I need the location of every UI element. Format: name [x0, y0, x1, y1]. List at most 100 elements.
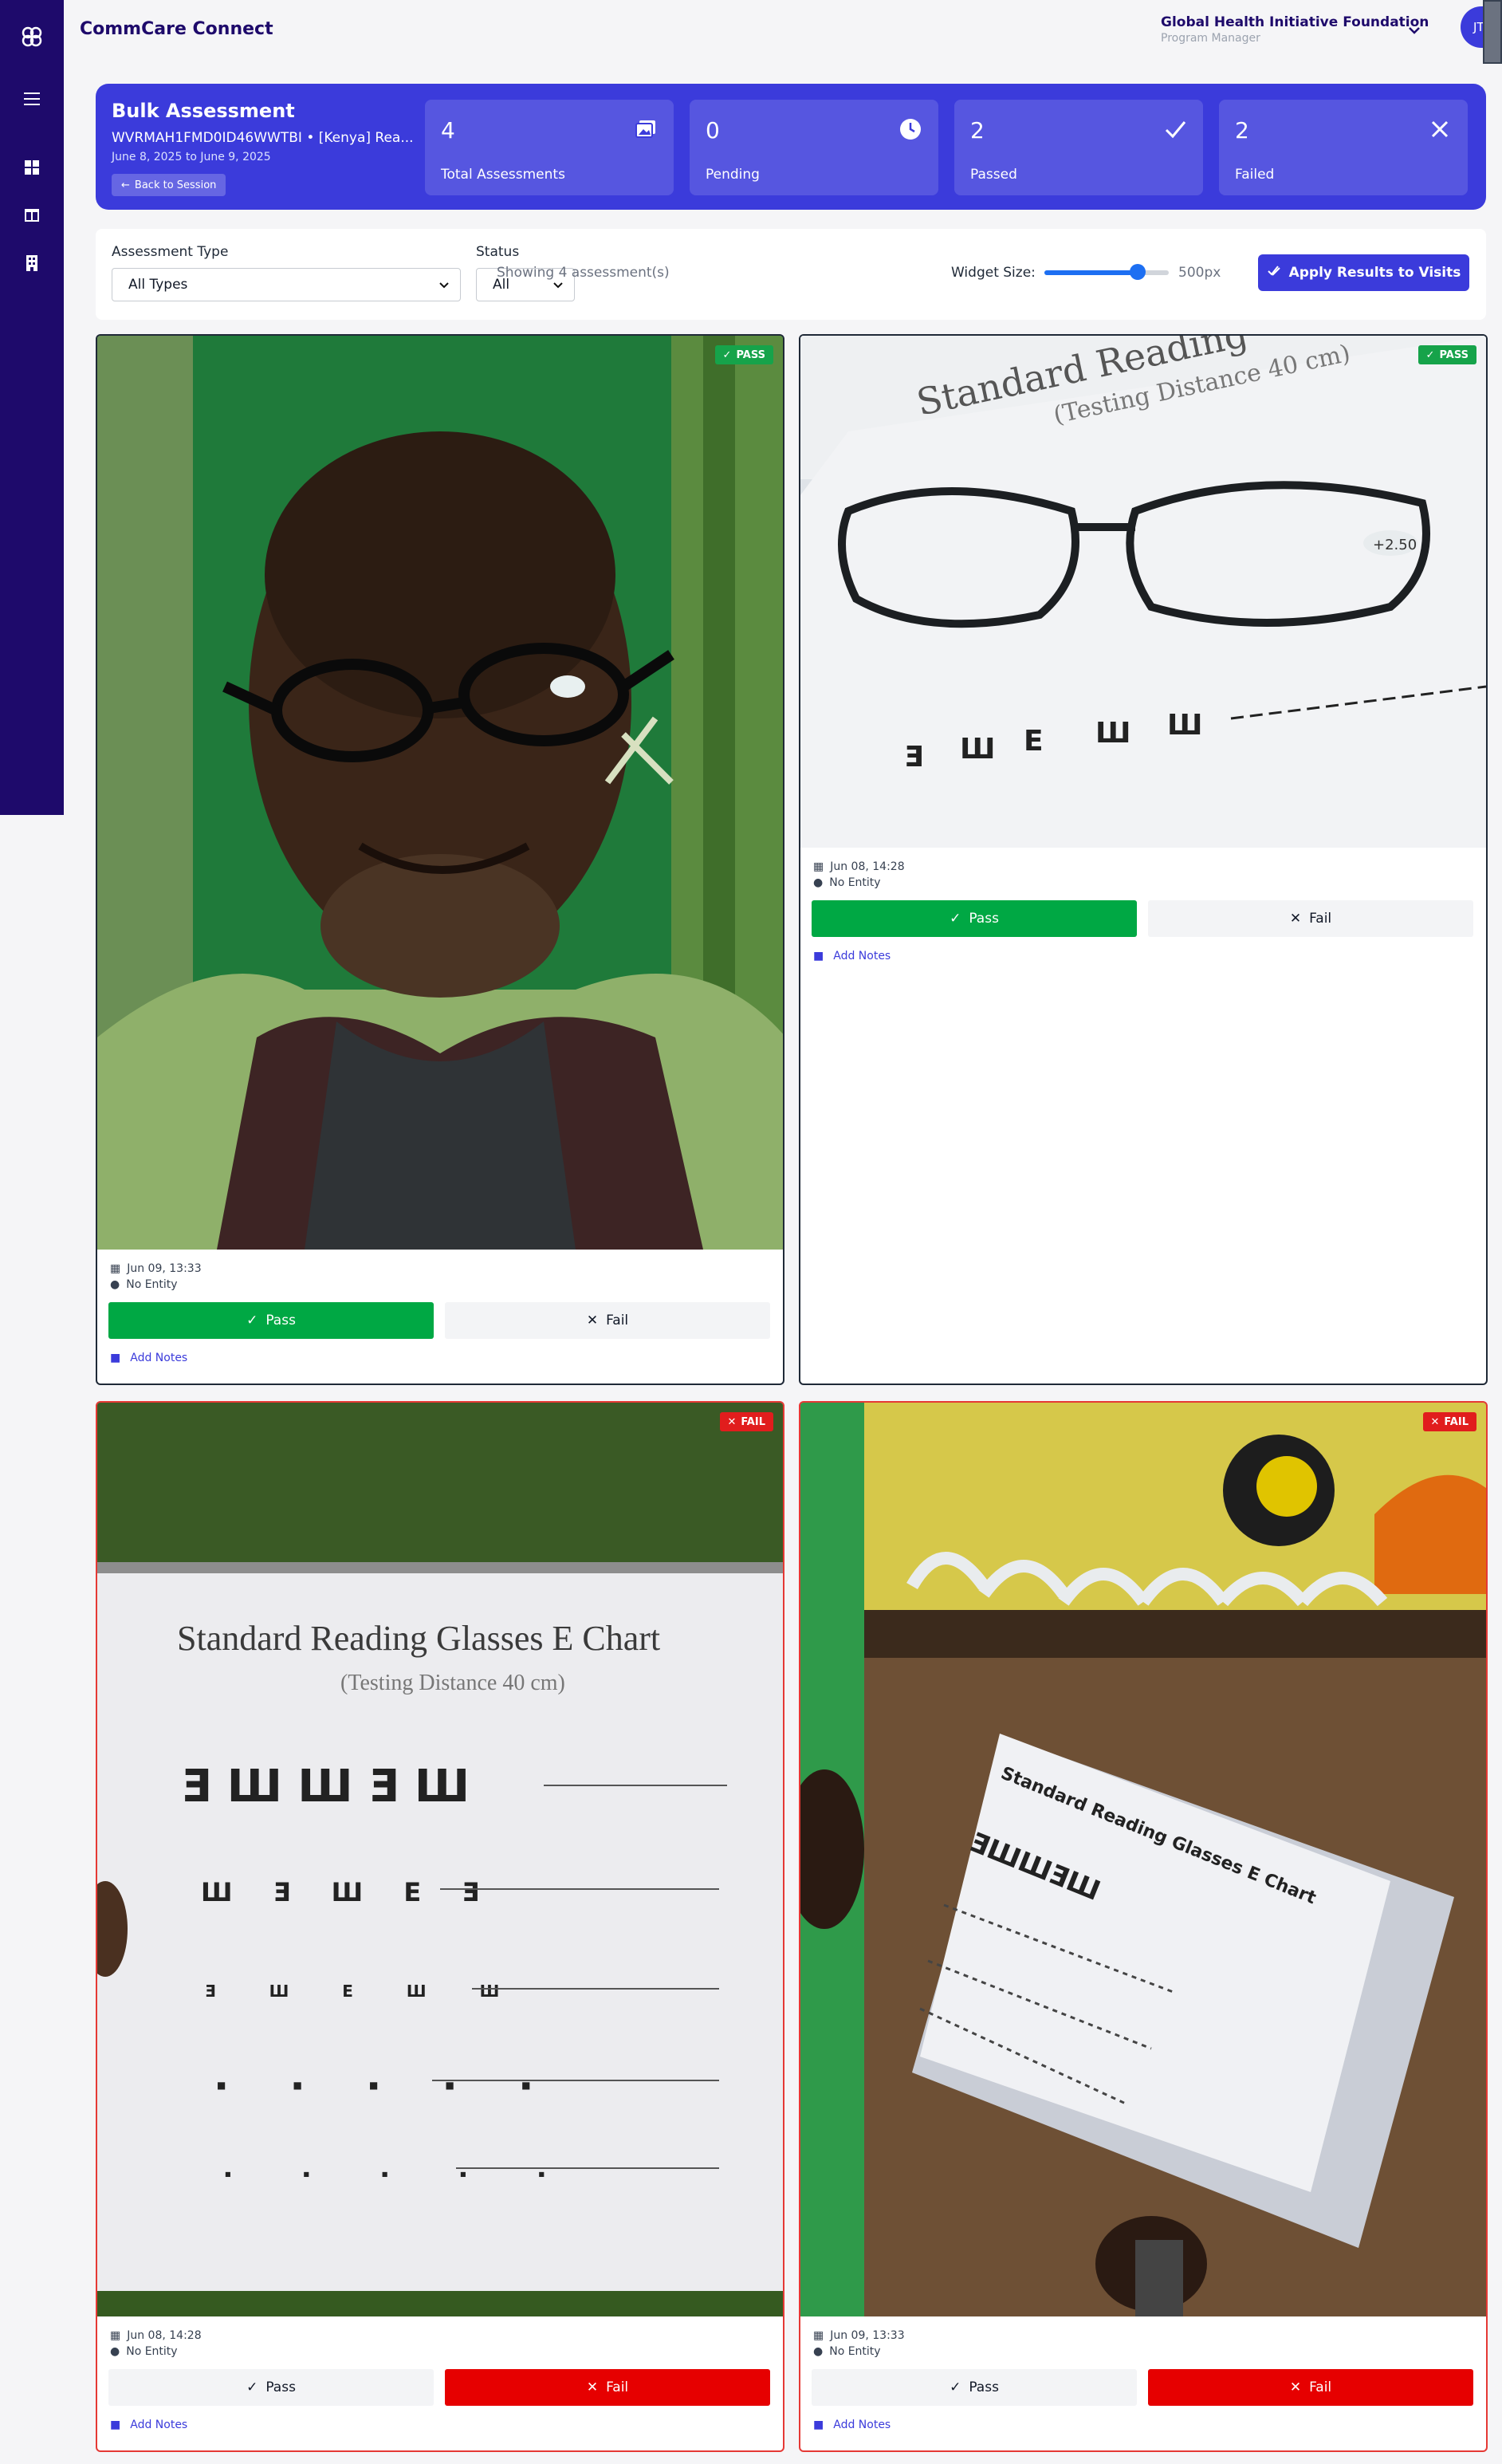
check-double-icon [1267, 264, 1281, 282]
app-logo-icon[interactable] [16, 21, 48, 53]
table-icon[interactable] [21, 204, 43, 226]
location-pin-icon: ● [110, 1278, 120, 1291]
svg-text:Standard Reading Glasses E Cha: Standard Reading Glasses E Chart [177, 1619, 660, 1658]
slider-fill [1044, 270, 1138, 275]
add-notes-link[interactable]: ■ Add Notes [110, 2419, 187, 2431]
app-title[interactable]: CommCare Connect [80, 19, 273, 39]
entity-text: No Entity [829, 876, 881, 889]
assessment-card: Standard Reading Glasses E Chart ƎШШƎШ ✕… [799, 1401, 1488, 2452]
session-dates: June 8, 2025 to June 9, 2025 [112, 151, 271, 163]
back-to-session-button[interactable]: ← Back to Session [112, 174, 226, 196]
check-icon: ✓ [722, 348, 732, 361]
x-icon: ✕ [586, 1313, 599, 1328]
assessment-date: ▦ Jun 08, 14:28 [110, 2329, 202, 2342]
arrow-left-icon: ← [121, 179, 130, 191]
status-badge: ✓ PASS [1417, 345, 1476, 364]
x-icon: ✕ [586, 2379, 599, 2395]
assessment-banner: Bulk Assessment WVRMAH1FMD0ID46WWTBI • [… [96, 84, 1486, 210]
chevron-down-icon[interactable] [1405, 21, 1424, 40]
assessment-entity: ● No Entity [813, 2345, 881, 2358]
assessment-photo[interactable] [97, 336, 783, 1250]
menu-icon[interactable] [21, 88, 43, 110]
status-badge-label: FAIL [741, 1415, 765, 1428]
date-text: Jun 08, 14:28 [830, 860, 905, 873]
entity-text: No Entity [126, 2345, 178, 2358]
pass-button[interactable]: ✓ Pass [108, 1302, 434, 1339]
pass-label: Pass [969, 911, 999, 927]
svg-text:Ш: Ш [1167, 709, 1202, 742]
building-icon[interactable] [21, 252, 43, 274]
slider-thumb[interactable] [1130, 264, 1146, 280]
notes-label: Add Notes [130, 1352, 188, 1364]
calendar-icon: ▦ [110, 2329, 121, 2342]
widget-size-label: Widget Size: [951, 265, 1036, 281]
date-text: Jun 08, 14:28 [127, 2329, 202, 2342]
check-icon: ✓ [246, 2379, 258, 2395]
chevron-down-icon [438, 278, 450, 291]
pass-button[interactable]: ✓ Pass [812, 2369, 1137, 2406]
widget-size-value: 500px [1178, 265, 1221, 281]
add-notes-link[interactable]: ■ Add Notes [813, 2419, 891, 2431]
status-badge-label: PASS [1439, 348, 1469, 361]
status-badge-label: PASS [736, 348, 765, 361]
assessment-entity: ● No Entity [813, 876, 881, 889]
fail-button[interactable]: ✕ Fail [445, 1302, 770, 1339]
fail-button[interactable]: ✕ Fail [1148, 2369, 1473, 2406]
svg-text:(Testing Distance 40 cm): (Testing Distance 40 cm) [340, 1671, 565, 1695]
note-icon: ■ [813, 2419, 824, 2431]
svg-text:+2.50: +2.50 [1373, 537, 1417, 553]
stat-value: 0 [706, 117, 720, 144]
widget-size-slider[interactable] [1044, 264, 1169, 281]
assessment-photo[interactable]: Standard Reading Glasses E Chart ƎШШƎШ [800, 1403, 1486, 2316]
fail-label: Fail [606, 2379, 629, 2395]
notes-label: Add Notes [833, 2419, 891, 2431]
svg-text:Ш Ǝ Ш E Ǝ: Ш Ǝ Ш E Ǝ [201, 1877, 495, 1907]
status-badge-label: FAIL [1444, 1415, 1469, 1428]
apply-results-button[interactable]: Apply Results to Visits [1258, 254, 1469, 291]
assessment-card: Standard Reading (Testing Distance 40 cm… [799, 334, 1488, 1385]
images-icon [634, 117, 658, 141]
assessment-photo[interactable]: Standard Reading (Testing Distance 40 cm… [800, 336, 1486, 848]
x-icon: ✕ [1430, 1415, 1440, 1428]
stat-label: Passed [970, 167, 1017, 183]
status-badge: ✓ PASS [714, 345, 773, 364]
svg-text:Ш: Ш [960, 733, 995, 766]
assessment-card: Standard Reading Glasses E Chart (Testin… [96, 1401, 784, 2452]
org-switcher[interactable]: Global Health Initiative Foundation Prog… [1161, 14, 1429, 45]
calendar-icon: ▦ [813, 2329, 824, 2342]
add-notes-link[interactable]: ■ Add Notes [110, 1352, 187, 1364]
calendar-icon: ▦ [813, 860, 824, 873]
fail-button[interactable]: ✕ Fail [1148, 900, 1473, 937]
assessment-type-select[interactable]: All Types [112, 268, 461, 301]
x-icon: ✕ [1289, 2379, 1302, 2395]
notes-label: Add Notes [833, 950, 891, 962]
sidebar [0, 0, 64, 815]
svg-text:Ǝ Ш Ш Ǝ Ш: Ǝ Ш Ш Ǝ Ш [181, 1761, 470, 1813]
pass-label: Pass [265, 2379, 296, 2395]
x-icon [1428, 117, 1452, 141]
status-label: Status [476, 244, 520, 260]
fail-label: Fail [1309, 2379, 1332, 2395]
assessment-entity: ● No Entity [110, 2345, 178, 2358]
corner-badge [1483, 0, 1502, 64]
add-notes-link[interactable]: ■ Add Notes [813, 950, 891, 962]
check-icon: ✓ [246, 1313, 258, 1328]
stat-value: 4 [441, 117, 455, 144]
dashboard-icon[interactable] [21, 156, 43, 179]
check-icon: ✓ [950, 2379, 961, 2395]
fail-label: Fail [606, 1313, 629, 1328]
assessment-photo[interactable]: Standard Reading Glasses E Chart (Testin… [97, 1403, 783, 2316]
location-pin-icon: ● [813, 876, 824, 889]
status-badge: ✕ FAIL [719, 1412, 773, 1431]
page-title: Bulk Assessment [112, 100, 295, 122]
stat-value: 2 [1235, 117, 1249, 144]
pass-button[interactable]: ✓ Pass [108, 2369, 434, 2406]
pass-button[interactable]: ✓ Pass [812, 900, 1137, 937]
fail-button[interactable]: ✕ Fail [445, 2369, 770, 2406]
stat-label: Pending [706, 167, 760, 183]
check-icon: ✓ [1425, 348, 1435, 361]
back-label: Back to Session [134, 179, 217, 191]
note-icon: ■ [813, 950, 824, 962]
assessment-date: ▦ Jun 09, 13:33 [813, 2329, 905, 2342]
stat-label: Failed [1235, 167, 1275, 183]
